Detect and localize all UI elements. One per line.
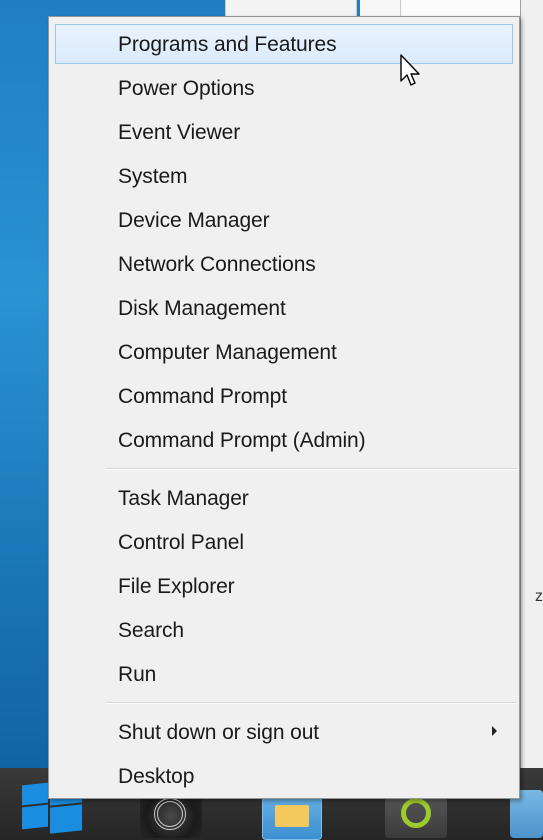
windows-logo-icon	[22, 804, 48, 830]
menu-item-command-prompt-admin[interactable]: Command Prompt (Admin)	[55, 420, 513, 460]
menu-item-command-prompt[interactable]: Command Prompt	[55, 376, 513, 416]
menu-item-network-connections[interactable]: Network Connections	[55, 244, 513, 284]
menu-item-label: Task Manager	[118, 487, 249, 510]
menu-item-label: Command Prompt (Admin)	[118, 429, 366, 452]
background-window	[360, 0, 400, 16]
audio-app-icon	[154, 798, 186, 830]
menu-item-computer-management[interactable]: Computer Management	[55, 332, 513, 372]
menu-item-control-panel[interactable]: Control Panel	[55, 522, 513, 562]
menu-item-task-manager[interactable]: Task Manager	[55, 478, 513, 518]
menu-item-label: Shut down or sign out	[118, 721, 320, 744]
menu-item-label: Network Connections	[118, 253, 316, 276]
menu-item-run[interactable]: Run	[55, 654, 513, 694]
file-explorer-icon	[275, 805, 309, 827]
background-window-edge	[520, 0, 543, 770]
menu-item-label: Search	[118, 619, 184, 642]
submenu-arrow-icon	[492, 726, 497, 736]
menu-item-label: Disk Management	[118, 297, 286, 320]
menu-item-label: Run	[118, 663, 157, 686]
menu-item-label: Command Prompt	[118, 385, 287, 408]
desktop-screen: z Programs and Features Power Options Ev…	[0, 0, 543, 840]
menu-item-file-explorer[interactable]: File Explorer	[55, 566, 513, 606]
menu-item-shut-down-or-sign-out[interactable]: Shut down or sign out	[55, 712, 513, 752]
menu-item-label: Desktop	[118, 765, 195, 788]
menu-item-disk-management[interactable]: Disk Management	[55, 288, 513, 328]
menu-item-label: Computer Management	[118, 341, 337, 364]
windows-logo-icon	[50, 804, 82, 834]
menu-separator	[106, 468, 517, 470]
windows-logo-icon	[22, 782, 48, 806]
menu-item-system[interactable]: System	[55, 156, 513, 196]
menu-item-label: Control Panel	[118, 531, 244, 554]
menu-item-search[interactable]: Search	[55, 610, 513, 650]
menu-item-label: System	[118, 165, 188, 188]
menu-item-label: Power Options	[118, 77, 255, 100]
menu-separator	[106, 702, 517, 704]
menu-item-label: Programs and Features	[118, 33, 337, 56]
menu-item-programs-and-features[interactable]: Programs and Features	[55, 24, 513, 64]
menu-item-event-viewer[interactable]: Event Viewer	[55, 112, 513, 152]
background-window-text: z	[535, 588, 543, 605]
menu-item-power-options[interactable]: Power Options	[55, 68, 513, 108]
mouse-pointer-icon	[400, 54, 420, 86]
green-ring-app-icon	[401, 798, 431, 828]
menu-item-label: Event Viewer	[118, 121, 241, 144]
quick-link-context-menu: Programs and Features Power Options Even…	[48, 16, 520, 799]
menu-item-label: Device Manager	[118, 209, 270, 232]
menu-item-label: File Explorer	[118, 575, 235, 598]
background-window	[225, 0, 357, 16]
menu-item-desktop[interactable]: Desktop	[55, 756, 513, 796]
menu-item-device-manager[interactable]: Device Manager	[55, 200, 513, 240]
